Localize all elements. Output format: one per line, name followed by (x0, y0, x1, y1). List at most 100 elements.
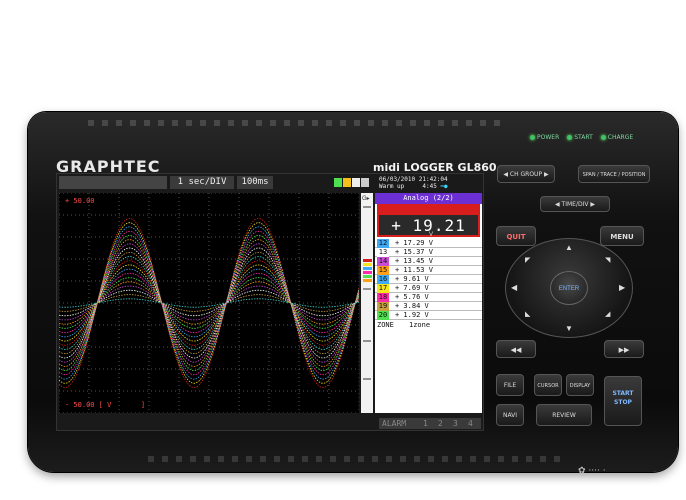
status-time: 4:45 (422, 183, 437, 190)
channel-row[interactable]: 12 + 17.29 V (375, 239, 482, 248)
led-charge-icon (600, 135, 606, 140)
cursor-button[interactable]: CURSOR (534, 374, 562, 396)
direction-pad[interactable]: ▲ ▼ ◀ ▶ ◤ ◥ ◣ ◢ ENTER (505, 238, 633, 338)
time-div-readout: 1 sec/DIV (170, 176, 234, 189)
channel-marker-bar: G▸ (361, 193, 373, 413)
arrow-right-icon[interactable]: ▶ (619, 283, 625, 292)
status-row: Warm up 4:45 ━● (379, 183, 448, 190)
channel-value: + 3.84 V (395, 302, 429, 310)
y-axis-top-label: + 50.00 (65, 197, 95, 205)
arrow-up-right-icon[interactable]: ◥ (605, 256, 610, 264)
alarm-label: ALARM (382, 419, 407, 428)
channel-number: 13 (377, 248, 389, 257)
lock-icon (361, 178, 369, 187)
channel-number: 20 (377, 311, 389, 320)
forward-button[interactable]: ▶▶ (604, 340, 644, 358)
channel-row[interactable]: 20 + 1.92 V (375, 311, 482, 320)
led-power-label: POWER (537, 134, 560, 141)
date-text: 06/03/2010 21:42:04 (379, 176, 448, 183)
watermark: ✿ ···· · (578, 466, 606, 476)
lcd-screen: 1 sec/DIV 100ms 06/03/2010 21:42:04 Warm… (56, 173, 484, 431)
channel-list: 12 + 17.29 V 13 + 15.37 V 14 + 13.45 V 15 + 11.… (375, 239, 482, 320)
channel-value: + 1.92 V (395, 311, 429, 319)
channel-value: + 5.76 V (395, 293, 429, 301)
status-leds: POWER START CHARGE (530, 134, 633, 141)
channel-number: 17 (377, 284, 389, 293)
channel-number: 12 (377, 239, 389, 248)
channel-row[interactable]: 13 + 15.37 V (375, 248, 482, 257)
selected-channel-tag (379, 206, 478, 215)
screen-header: 1 sec/DIV 100ms 06/03/2010 21:42:04 Warm… (59, 176, 483, 190)
header-blank (59, 176, 167, 189)
arrow-down-right-icon[interactable]: ◢ (605, 310, 610, 318)
alarm-3: 3 (453, 419, 458, 428)
stage: POWER START CHARGE GRAPHTEC midi LOGGER … (0, 0, 686, 500)
usb-icon (352, 178, 360, 187)
marker-g-icon: G▸ (362, 196, 370, 202)
plug-icon: ━● (440, 183, 448, 190)
alarm-4: 4 (468, 419, 473, 428)
y-axis-bottom-label: - 50.00 [ V ] (65, 401, 145, 409)
analog-panel: Analog (2/2) + 19.21 V 12 + 17.29 V 13 + 15… (375, 193, 482, 413)
span-trace-position-button[interactable]: SPAN / TRACE / POSITION (578, 165, 650, 183)
led-start-label: START (574, 134, 593, 141)
y-axis-bottom-end: ] (140, 401, 146, 409)
start-stop-button[interactable]: START STOP (604, 376, 642, 426)
save-icon (343, 178, 351, 187)
channel-row[interactable]: 18 + 5.76 V (375, 293, 482, 302)
waveform-plot[interactable]: + 50.00 - 50.00 [ V ] (59, 193, 359, 413)
led-charge: CHARGE (600, 134, 634, 141)
y-axis-bottom-text: - 50.00 [ V (65, 401, 112, 409)
selected-channel-display[interactable]: + 19.21 V (377, 204, 480, 238)
channel-number: 16 (377, 275, 389, 284)
channel-number: 14 (377, 257, 389, 266)
channel-number: 19 (377, 302, 389, 311)
led-start-icon (567, 135, 573, 140)
start-label: START (612, 390, 634, 397)
channel-row[interactable]: 16 + 9.61 V (375, 275, 482, 284)
review-button[interactable]: REVIEW (536, 404, 592, 426)
led-power: POWER (530, 134, 559, 141)
marker-ticks (363, 206, 372, 380)
enter-button[interactable]: ENTER (550, 271, 588, 305)
alarm-bar: ALARM 1 2 3 4 (379, 418, 481, 429)
led-start: START (567, 134, 593, 141)
selected-channel-unit: V (429, 232, 434, 238)
status-icons (334, 178, 369, 187)
zone-label: ZONE (377, 321, 394, 329)
channel-row[interactable]: 17 + 7.69 V (375, 284, 482, 293)
display-button[interactable]: DISPLAY (566, 374, 594, 396)
arrow-down-left-icon[interactable]: ◣ (525, 310, 530, 318)
zone-row: ZONE 1zone (375, 320, 482, 330)
status-text: Warm up (379, 183, 405, 190)
arrow-up-icon[interactable]: ▲ (565, 243, 573, 252)
ch-group-button[interactable]: ◀ CH GROUP ▶ (497, 165, 555, 183)
arrow-up-left-icon[interactable]: ◤ (525, 256, 530, 264)
channel-row[interactable]: 19 + 3.84 V (375, 302, 482, 311)
datetime: 06/03/2010 21:42:04 Warm up 4:45 ━● (379, 176, 448, 190)
vent-strip-bottom (148, 456, 568, 462)
alarm-1: 1 (423, 419, 428, 428)
channel-value: + 7.69 V (395, 284, 429, 292)
channel-value: + 9.61 V (395, 275, 429, 283)
sampling-readout: 100ms (237, 176, 273, 189)
arrow-left-icon[interactable]: ◀ (511, 283, 517, 292)
vent-strip-top (88, 120, 508, 126)
channel-row[interactable]: 15 + 11.53 V (375, 266, 482, 275)
led-power-icon (530, 135, 535, 140)
channel-number: 15 (377, 266, 389, 275)
file-button[interactable]: FILE (496, 374, 524, 396)
channel-value: + 15.37 V (395, 248, 433, 256)
time-div-button[interactable]: ◀ TIME/DIV ▶ (540, 196, 610, 212)
led-charge-label: CHARGE (607, 134, 634, 141)
rewind-button[interactable]: ◀◀ (496, 340, 536, 358)
panel-title: Analog (2/2) (375, 193, 482, 204)
channel-value: + 11.53 V (395, 266, 433, 274)
alarm-2: 2 (438, 419, 443, 428)
channel-number: 18 (377, 293, 389, 302)
waveform-svg (59, 193, 359, 413)
stop-label: STOP (614, 399, 632, 406)
channel-row[interactable]: 14 + 13.45 V (375, 257, 482, 266)
navi-button[interactable]: NAVI (496, 404, 524, 426)
arrow-down-icon[interactable]: ▼ (565, 324, 573, 333)
